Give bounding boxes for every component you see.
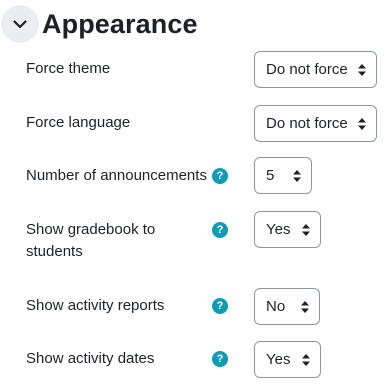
force-language-select[interactable]: Do not force (254, 105, 377, 142)
show-activity-dates-select[interactable]: Yes (254, 341, 321, 378)
select-arrows-icon (302, 223, 310, 236)
show-activity-dates-label: Show activity dates (26, 350, 155, 367)
section-title: Appearance (42, 8, 198, 39)
collapse-toggle-button[interactable] (1, 5, 39, 43)
force-theme-label: Force theme (26, 60, 111, 77)
show-activity-reports-label: Show activity reports (26, 297, 165, 314)
select-arrows-icon (358, 117, 366, 130)
force-language-label: Force language (26, 114, 131, 131)
show-gradebook-label-line2: students (26, 243, 83, 260)
select-arrows-icon (301, 300, 309, 313)
select-value: Do not force (266, 115, 348, 132)
select-value: 5 (266, 167, 275, 184)
number-of-announcements-select[interactable]: 5 (254, 157, 312, 194)
appearance-section: Appearance Force theme Do not force Forc… (0, 0, 390, 384)
number-of-announcements-label: Number of announcements (26, 167, 207, 184)
select-value: No (266, 298, 286, 315)
select-arrows-icon (358, 63, 366, 76)
show-gradebook-label-line1: Show gradebook to (26, 221, 156, 238)
help-icon[interactable]: ? (212, 298, 228, 314)
select-value: Do not force (266, 61, 348, 78)
show-activity-reports-select[interactable]: No (254, 288, 320, 325)
section-header: Appearance (0, 3, 198, 45)
help-icon[interactable]: ? (212, 222, 228, 238)
select-value: Yes (266, 351, 291, 368)
select-arrows-icon (302, 353, 310, 366)
show-gradebook-select[interactable]: Yes (254, 211, 321, 248)
select-arrows-icon (293, 169, 301, 182)
select-value: Yes (266, 221, 291, 238)
help-icon[interactable]: ? (212, 168, 228, 184)
chevron-down-icon (13, 19, 27, 29)
force-theme-select[interactable]: Do not force (254, 51, 377, 88)
help-icon[interactable]: ? (212, 351, 228, 367)
